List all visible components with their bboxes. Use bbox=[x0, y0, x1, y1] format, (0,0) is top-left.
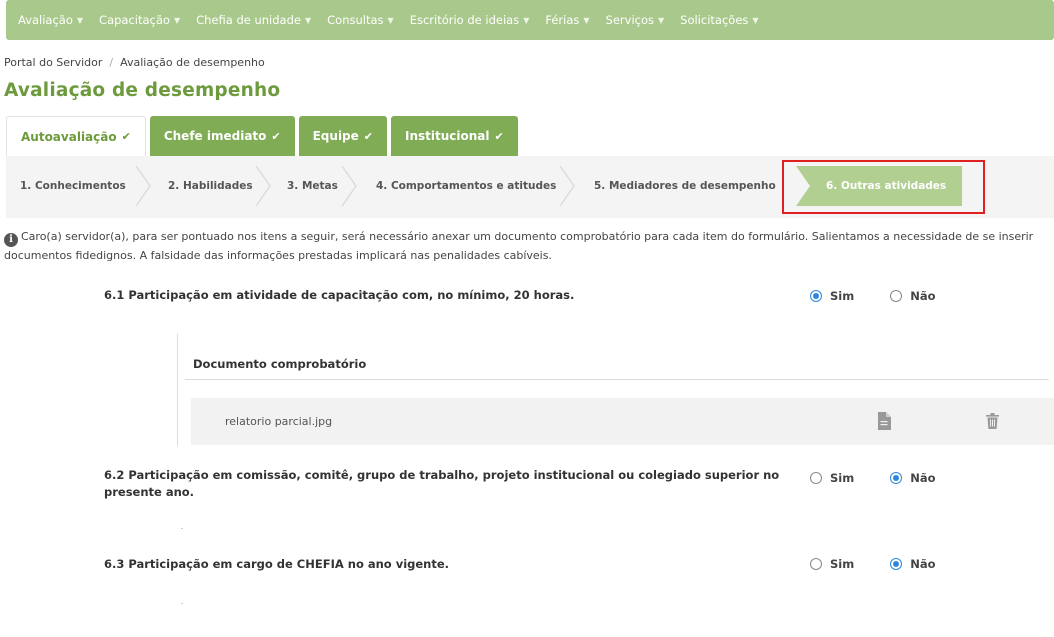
info-notice: i Caro(a) servidor(a), para ser pontuado … bbox=[4, 228, 1050, 264]
step-label: 5. Mediadores de desempenho bbox=[594, 180, 776, 192]
nav-label: Chefia de unidade bbox=[196, 13, 301, 27]
nav-label: Capacitação bbox=[99, 13, 170, 27]
check-icon: ✔ bbox=[121, 130, 131, 143]
radio-label: Sim bbox=[830, 557, 855, 571]
nav-label: Consultas bbox=[327, 13, 384, 27]
caret-down-icon: ▼ bbox=[173, 15, 181, 25]
divider bbox=[181, 603, 183, 604]
step-label: 4. Comportamentos e atitudes bbox=[376, 180, 557, 192]
check-icon: ✔ bbox=[494, 129, 504, 143]
check-icon: ✔ bbox=[271, 129, 281, 143]
evaluation-tabs: Autoavaliação ✔ Chefe imediato ✔ Equipe ✔ I… bbox=[6, 116, 522, 156]
radio-circle bbox=[890, 558, 903, 570]
question-6-3: 6.3 Participação em cargo de CHEFIA no a… bbox=[104, 557, 450, 571]
step-comportamentos-e-atitudes[interactable]: 4. Comportamentos e atitudes bbox=[356, 166, 575, 206]
step-conhecimentos[interactable]: 1. Conhecimentos bbox=[12, 166, 151, 206]
radio-sim[interactable]: Sim bbox=[810, 557, 854, 571]
nav-capacitacao[interactable]: Capacitação ▼ bbox=[99, 13, 180, 27]
radio-circle bbox=[810, 290, 822, 302]
radio-nao[interactable]: Não bbox=[890, 471, 936, 485]
radio-nao[interactable]: Não bbox=[890, 289, 936, 303]
nav-label: Avaliação bbox=[18, 13, 73, 27]
radio-circle bbox=[890, 290, 903, 302]
radio-label: Não bbox=[910, 289, 936, 303]
page-title: Avaliação de desempenho bbox=[4, 80, 281, 101]
info-text: Caro(a) servidor(a), para ser pontuado n… bbox=[4, 230, 1034, 262]
step-chevron bbox=[135, 166, 151, 206]
nav-solicitacoes[interactable]: Solicitações ▼ bbox=[680, 13, 758, 27]
top-navbar: Avaliação ▼ Capacitação ▼ Chefia de unidad… bbox=[6, 0, 1054, 40]
radio-group-6-1: Sim Não bbox=[810, 289, 936, 303]
caret-down-icon: ▼ bbox=[523, 15, 530, 25]
radio-nao[interactable]: Não bbox=[890, 557, 936, 571]
caret-down-icon: ▼ bbox=[583, 15, 590, 25]
step-chevron bbox=[559, 166, 575, 206]
tab-label: Institucional bbox=[405, 129, 490, 143]
caret-down-icon: ▼ bbox=[76, 15, 84, 25]
document-row: relatorio parcial.jpg bbox=[191, 398, 1054, 445]
radio-sim[interactable]: Sim bbox=[810, 471, 854, 485]
radio-group-6-2: Sim Não bbox=[810, 471, 936, 485]
caret-down-icon: ▼ bbox=[658, 15, 665, 25]
question-6-1: 6.1 Participação em atividade de capacit… bbox=[104, 288, 575, 302]
radio-group-6-3: Sim Não bbox=[810, 557, 936, 571]
tab-institucional[interactable]: Institucional ✔ bbox=[391, 116, 518, 156]
breadcrumb-root-link[interactable]: Portal do Servidor bbox=[4, 56, 102, 69]
radio-label: Não bbox=[910, 557, 936, 571]
indent-rule bbox=[177, 334, 178, 446]
step-chevron bbox=[255, 166, 271, 206]
info-icon: i bbox=[4, 233, 18, 247]
radio-label: Não bbox=[910, 471, 936, 485]
highlight-box bbox=[782, 160, 985, 214]
radio-circle bbox=[890, 472, 903, 484]
tab-chefe-imediato[interactable]: Chefe imediato ✔ bbox=[149, 116, 295, 156]
tab-label: Equipe bbox=[312, 129, 359, 143]
radio-label: Sim bbox=[830, 289, 855, 303]
nav-ferias[interactable]: Férias ▼ bbox=[545, 13, 589, 27]
divider bbox=[181, 528, 183, 529]
step-label: 2. Habilidades bbox=[168, 180, 253, 192]
divider bbox=[185, 379, 1049, 380]
tab-label: Chefe imediato bbox=[163, 129, 267, 143]
step-label: 3. Metas bbox=[287, 180, 338, 192]
radio-label: Sim bbox=[830, 471, 855, 485]
nav-chefia-de-unidade[interactable]: Chefia de unidade ▼ bbox=[196, 13, 311, 27]
breadcrumb: Portal do Servidor / Avaliação de desemp… bbox=[4, 56, 265, 69]
nav-label: Solicitações bbox=[680, 13, 749, 27]
caret-down-icon: ▼ bbox=[304, 15, 312, 25]
trash-icon[interactable] bbox=[986, 413, 999, 429]
step-metas[interactable]: 3. Metas bbox=[270, 166, 357, 206]
nav-escritorio-de-ideias[interactable]: Escritório de ideias ▼ bbox=[410, 13, 530, 27]
check-icon: ✔ bbox=[363, 129, 373, 143]
step-mediadores-de-desempenho[interactable]: 5. Mediadores de desempenho bbox=[574, 166, 796, 206]
radio-circle bbox=[810, 472, 822, 484]
nav-label: Serviços bbox=[605, 13, 654, 27]
step-label: 1. Conhecimentos bbox=[20, 180, 126, 192]
tab-equipe[interactable]: Equipe ✔ bbox=[298, 116, 387, 156]
nav-servicos[interactable]: Serviços ▼ bbox=[606, 13, 665, 27]
nav-label: Férias bbox=[545, 13, 580, 27]
file-icon[interactable] bbox=[877, 412, 891, 430]
nav-avaliacao[interactable]: Avaliação ▼ bbox=[18, 13, 83, 27]
nav-label: Escritório de ideias bbox=[409, 13, 520, 27]
question-6-2: 6.2 Participação em comissão, comitê, gr… bbox=[104, 468, 780, 499]
radio-circle bbox=[810, 558, 822, 570]
document-header: Documento comprobatório bbox=[193, 357, 367, 371]
nav-consultas[interactable]: Consultas ▼ bbox=[327, 13, 394, 27]
tab-autoavaliacao[interactable]: Autoavaliação ✔ bbox=[6, 116, 146, 156]
tab-label: Autoavaliação bbox=[21, 129, 117, 144]
radio-sim[interactable]: Sim bbox=[810, 289, 854, 303]
caret-down-icon: ▼ bbox=[387, 15, 394, 25]
breadcrumb-current: Avaliação de desempenho bbox=[120, 56, 265, 69]
breadcrumb-separator: / bbox=[109, 56, 114, 69]
step-chevron bbox=[341, 166, 357, 206]
document-file-name: relatorio parcial.jpg bbox=[225, 415, 333, 428]
caret-down-icon: ▼ bbox=[752, 15, 759, 25]
step-habilidades[interactable]: 2. Habilidades bbox=[150, 166, 271, 206]
